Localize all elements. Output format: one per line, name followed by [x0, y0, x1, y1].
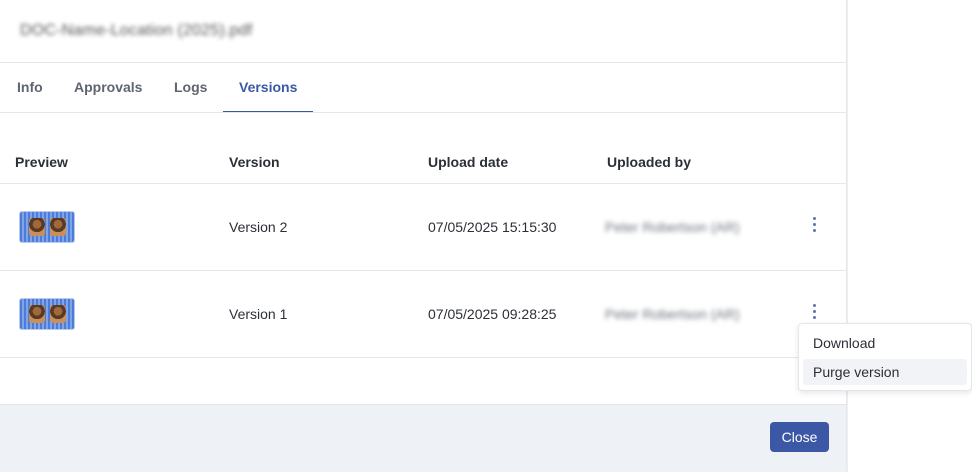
- thumbnail-figure: [29, 218, 45, 236]
- divider: [0, 183, 846, 184]
- column-header-preview: Preview: [15, 154, 68, 170]
- more-options-icon[interactable]: [808, 217, 822, 235]
- tab-logs[interactable]: Logs: [174, 79, 207, 95]
- thumbnail-figure: [50, 305, 66, 323]
- more-options-icon[interactable]: [808, 304, 822, 322]
- uploaded-by-cell: Peter Robertson (AR): [605, 219, 740, 235]
- tab-approvals[interactable]: Approvals: [74, 79, 142, 95]
- preview-thumbnail[interactable]: [20, 299, 74, 329]
- version-cell: Version 1: [229, 306, 288, 322]
- upload-date-cell: 07/05/2025 15:15:30: [428, 219, 557, 235]
- tab-versions[interactable]: Versions: [239, 79, 297, 95]
- uploaded-by-cell: Peter Robertson (AR): [605, 306, 740, 322]
- upload-date-cell: 07/05/2025 09:28:25: [428, 306, 557, 322]
- column-header-version: Version: [229, 154, 280, 170]
- divider: [0, 62, 846, 63]
- tab-info[interactable]: Info: [17, 79, 43, 95]
- divider: [0, 112, 846, 113]
- dialog-title: DOC-Name-Location (2025).pdf: [20, 22, 253, 39]
- dialog-footer: [0, 404, 846, 472]
- divider: [0, 357, 846, 358]
- menu-item-purge-version[interactable]: Purge version: [803, 359, 967, 385]
- preview-thumbnail[interactable]: [20, 212, 74, 242]
- version-cell: Version 2: [229, 219, 288, 235]
- thumbnail-figure: [29, 305, 45, 323]
- divider: [0, 270, 846, 271]
- column-header-upload-date: Upload date: [428, 154, 509, 170]
- versions-dialog: DOC-Name-Location (2025).pdf Info Approv…: [0, 0, 847, 472]
- version-actions-menu: Download Purge version: [798, 323, 972, 391]
- column-header-uploaded-by: Uploaded by: [607, 154, 692, 170]
- thumbnail-figure: [50, 218, 66, 236]
- close-button[interactable]: Close: [770, 422, 829, 452]
- menu-item-download[interactable]: Download: [803, 330, 967, 356]
